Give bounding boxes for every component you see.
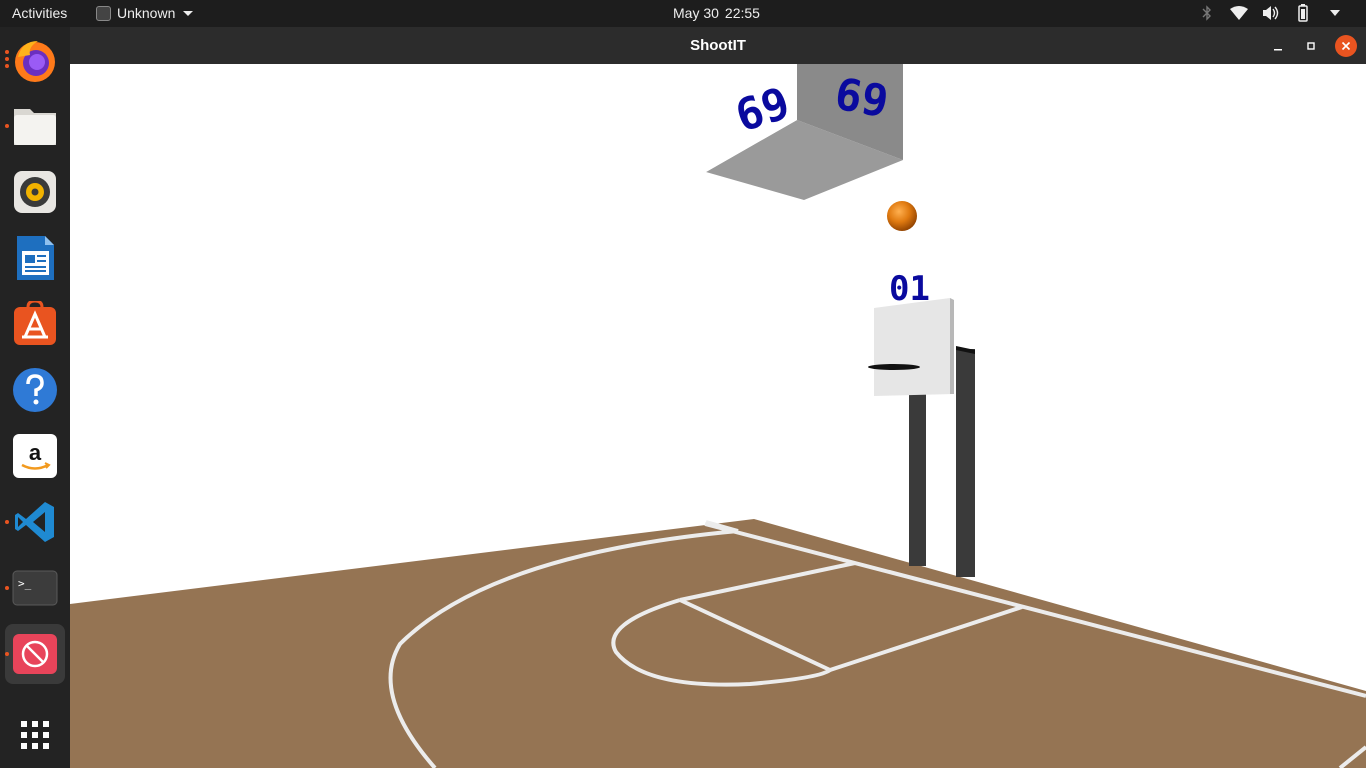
files-icon <box>12 103 58 149</box>
running-indicator <box>5 586 9 590</box>
writer-icon <box>12 235 58 281</box>
running-indicator <box>5 652 9 656</box>
maximize-button[interactable] <box>1300 35 1322 57</box>
show-applications-button[interactable] <box>5 705 65 765</box>
game-canvas[interactable]: 69 69 01 <box>70 64 1366 768</box>
svg-text:a: a <box>29 440 42 465</box>
app-menu-label: Unknown <box>117 5 176 21</box>
chevron-down-icon <box>183 10 194 16</box>
dock-item-unknown-app[interactable] <box>5 624 65 684</box>
running-indicator <box>5 57 9 61</box>
app-menu-icon <box>96 5 111 21</box>
system-tray[interactable] <box>1198 4 1344 22</box>
app-menu[interactable]: Unknown <box>96 5 194 21</box>
svg-text:>_: >_ <box>18 577 32 590</box>
dock-item-help[interactable] <box>5 360 65 420</box>
window-title: ShootIT <box>690 37 746 54</box>
battery-icon[interactable] <box>1294 4 1312 22</box>
dock-item-writer[interactable] <box>5 228 65 288</box>
clock-time: 22:55 <box>724 5 760 21</box>
wifi-icon[interactable] <box>1230 4 1248 22</box>
dock-item-terminal[interactable]: >_ <box>5 558 65 618</box>
window-titlebar[interactable]: ShootIT <box>70 27 1366 64</box>
running-indicator <box>5 50 9 54</box>
dock-item-firefox[interactable] <box>5 30 65 90</box>
dock-item-rhythmbox[interactable] <box>5 162 65 222</box>
top-bar: Activities Unknown May 30 22:55 <box>0 0 1366 27</box>
basketball-hoop <box>868 298 975 577</box>
activities-button[interactable]: Activities <box>12 5 67 21</box>
dock-item-amazon[interactable]: a <box>5 426 65 486</box>
close-icon <box>1341 41 1351 51</box>
scoreboard: 69 69 <box>706 64 903 200</box>
prohibited-icon <box>12 631 58 677</box>
dock: a >_ <box>0 27 70 768</box>
grid-icon <box>12 712 58 758</box>
basketball <box>887 201 917 231</box>
clock-date: May 30 <box>673 5 719 21</box>
system-menu-icon[interactable] <box>1326 4 1344 22</box>
volume-icon[interactable] <box>1262 4 1280 22</box>
close-button[interactable] <box>1335 35 1357 57</box>
clock[interactable]: May 30 22:55 <box>673 5 760 21</box>
running-indicator <box>5 520 9 524</box>
running-indicator <box>5 124 9 128</box>
terminal-icon: >_ <box>12 565 58 611</box>
dock-item-ubuntu-software[interactable] <box>5 294 65 354</box>
minimize-icon <box>1274 49 1282 51</box>
vscode-icon <box>12 499 58 545</box>
help-icon <box>12 367 58 413</box>
running-indicator <box>5 64 9 68</box>
scoreboard-right-digits: 69 <box>831 69 892 128</box>
amazon-icon: a <box>12 433 58 479</box>
bluetooth-icon[interactable] <box>1198 4 1216 22</box>
game-scene: 69 69 01 <box>70 64 1366 768</box>
dock-item-vscode[interactable] <box>5 492 65 552</box>
maximize-icon <box>1307 42 1315 50</box>
rhythmbox-icon <box>12 169 58 215</box>
software-store-icon <box>12 301 58 347</box>
minimize-button[interactable] <box>1267 35 1289 57</box>
dock-item-files[interactable] <box>5 96 65 156</box>
firefox-icon <box>12 37 58 83</box>
